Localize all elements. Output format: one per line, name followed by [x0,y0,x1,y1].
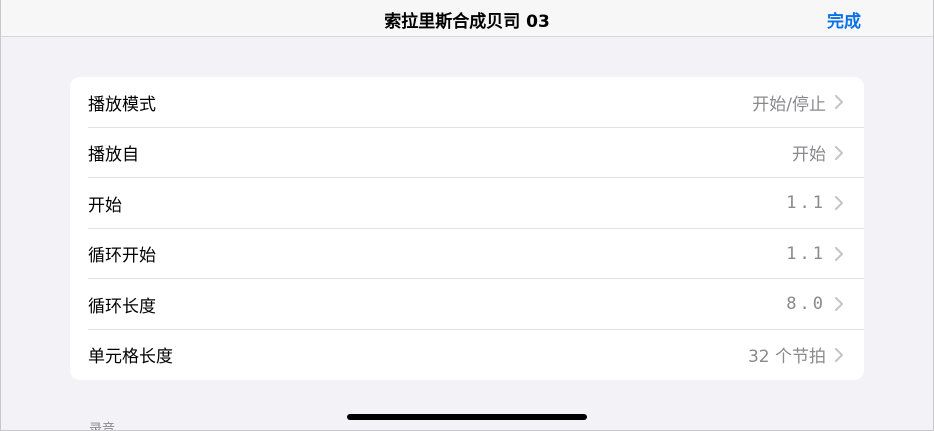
row-value: 8.0 [786,294,826,315]
chevron-right-icon [834,347,844,362]
row-cell-length[interactable]: 单元格长度 32 个节拍 [70,330,864,381]
chevron-right-icon [834,95,844,110]
row-label: 单元格长度 [88,347,173,368]
row-label: 循环长度 [88,296,156,317]
row-value: 开始 [792,145,826,166]
row-value: 1.1 [786,243,826,264]
home-indicator [347,414,587,420]
row-value: 32 个节拍 [747,347,826,368]
row-play-from[interactable]: 播放自 开始 [70,128,864,179]
page-title: 索拉里斯合成贝司 03 [384,12,550,32]
done-button[interactable]: 完成 [827,7,861,32]
navigation-bar: 索拉里斯合成贝司 03 完成 [1,0,933,37]
section-header-recording: 录音 [89,422,116,431]
row-label: 循环开始 [88,246,156,267]
row-loop-start[interactable]: 循环开始 1.1 [70,229,864,280]
row-value: 1.1 [786,193,826,214]
chevron-right-icon [834,196,844,211]
chevron-right-icon [834,297,844,312]
row-label: 开始 [88,195,122,216]
row-value: 开始/停止 [752,94,826,115]
settings-list: 播放模式 开始/停止 播放自 开始 开始 1.1 循环开始 1.1 循环长度 8… [70,77,864,380]
app-window: 索拉里斯合成贝司 03 完成 播放模式 开始/停止 播放自 开始 开始 1.1 … [0,0,934,431]
row-label: 播放自 [88,145,139,166]
row-playback-mode[interactable]: 播放模式 开始/停止 [70,77,864,128]
row-loop-length[interactable]: 循环长度 8.0 [70,279,864,330]
row-label: 播放模式 [88,94,156,115]
row-start[interactable]: 开始 1.1 [70,178,864,229]
chevron-right-icon [834,145,844,160]
chevron-right-icon [834,246,844,261]
